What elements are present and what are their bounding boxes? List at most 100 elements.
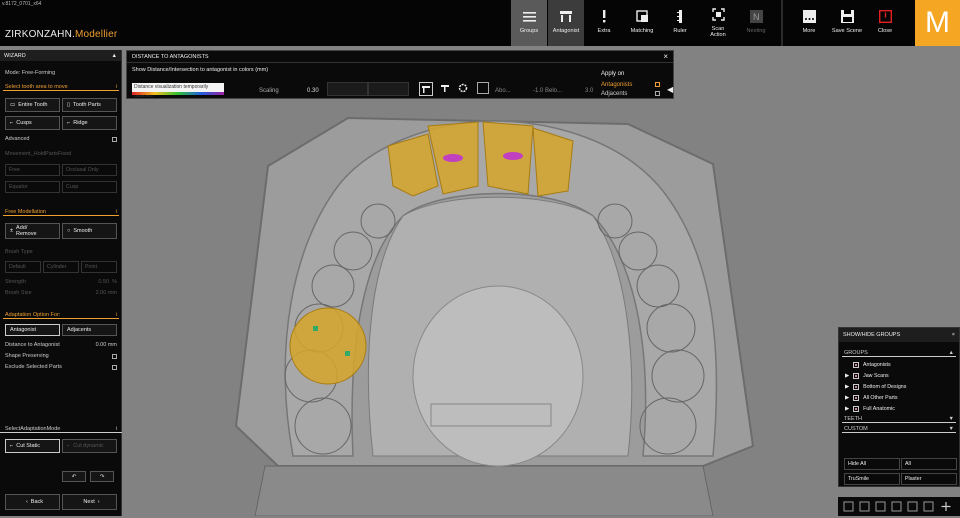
all-button[interactable]: All [901, 458, 957, 470]
brush-default-option[interactable]: Default [5, 261, 41, 273]
wizard-header: WIZARD ▲ [0, 50, 121, 61]
view-front-icon[interactable] [843, 501, 854, 512]
info-icon: i [115, 312, 117, 318]
ruler-icon [676, 9, 684, 24]
ridge-button[interactable]: ⌐ Ridge [62, 116, 117, 130]
app-title-product: Modellier [74, 29, 118, 40]
exclude-selected-label: Exclude Selected Parts [5, 364, 62, 370]
advanced-label: Advanced [5, 136, 30, 142]
group-item-antagonists[interactable]: Antagonists [839, 359, 959, 370]
occlusal-only-option[interactable]: Occlusal Only [62, 164, 117, 176]
collapse-arrow-icon[interactable]: ◀ [667, 85, 673, 94]
collapse-up-icon[interactable]: ▲ [112, 53, 117, 59]
group-checkbox[interactable] [853, 372, 860, 379]
group-label: Full Anatomic [863, 405, 895, 412]
antagonist-button[interactable]: Antagonist [548, 0, 584, 46]
brush-point-option[interactable]: Point [81, 261, 117, 273]
ruler-label: Ruler [673, 28, 687, 34]
chevron-down-icon[interactable]: ▼ [949, 426, 954, 432]
scan-action-button[interactable]: Scan Action [700, 0, 736, 46]
close-button[interactable]: Close [867, 0, 903, 46]
groups-button[interactable]: Groups [511, 0, 547, 46]
viewport-3d[interactable] [123, 46, 838, 516]
view-left-icon[interactable] [875, 501, 886, 512]
antagonists-checkbox[interactable] [655, 82, 660, 87]
smooth-label: Smooth [73, 228, 93, 234]
next-button[interactable]: Next › [62, 494, 117, 510]
group-item-full-anatomic[interactable]: ▶ Full Anatomic [839, 403, 959, 414]
expand-arrow-icon[interactable]: ▶ [845, 384, 849, 390]
strength-value[interactable]: 0.50 [98, 279, 109, 285]
trusmile-button[interactable]: TruSmile [844, 473, 900, 485]
add-view-icon[interactable] [941, 502, 951, 511]
tooth-icon: ▭ [10, 102, 16, 108]
teeth-heading: TEETH [844, 416, 863, 422]
top-toolbar: v.8172_0701_x64 ZIRKONZAHN.Modellier Gro… [0, 0, 960, 46]
view-top-icon[interactable] [907, 501, 918, 512]
back-button[interactable]: ‹ Back [5, 494, 60, 510]
tooth-parts-button[interactable]: ▯ Tooth Parts [62, 98, 117, 112]
cut-static-button[interactable]: ⌐ Cut Static [5, 439, 60, 453]
save-icon [840, 9, 854, 24]
group-label: Bottom of Designs [863, 383, 907, 390]
distance-value[interactable]: 0.00 [96, 342, 107, 348]
exclude-selected-checkbox[interactable] [112, 364, 117, 370]
close-icon[interactable]: × [663, 52, 668, 61]
group-item-all-other-parts[interactable]: ▶ All Other Parts [839, 392, 959, 403]
group-checkbox[interactable] [853, 383, 860, 390]
settings-gear-icon[interactable] [457, 82, 471, 96]
redo-icon: ↷ [99, 473, 105, 480]
distance-label: Distance to Antagonist [5, 342, 60, 348]
shape-preserving-checkbox[interactable] [112, 353, 117, 359]
view-mode-2-button[interactable] [439, 82, 453, 96]
view-back-icon[interactable] [859, 501, 870, 512]
app-logo: M [915, 0, 960, 46]
add-remove-button[interactable]: ± Add/ Remove [5, 223, 60, 239]
apply-antagonists-option[interactable]: Antagonists [601, 82, 632, 88]
view-mode-1-button[interactable] [419, 82, 433, 96]
adapt-antagonist-button[interactable]: Antagonist [5, 324, 60, 336]
screenshot-icon[interactable] [477, 82, 489, 94]
group-checkbox[interactable] [853, 361, 859, 368]
close-icon[interactable]: × [952, 332, 955, 338]
free-option[interactable]: Free [5, 164, 60, 176]
scaling-slider[interactable] [327, 82, 409, 96]
smooth-button[interactable]: ○ Smooth [62, 223, 117, 239]
view-right-icon[interactable] [891, 501, 902, 512]
brush-size-value[interactable]: 2.00 [96, 290, 107, 296]
cut-dynamic-button[interactable]: ⌐ Cut dynamic [62, 439, 117, 453]
matching-button[interactable]: Matching [624, 0, 660, 46]
expand-arrow-icon[interactable]: ▶ [845, 395, 849, 401]
ruler-button[interactable]: Ruler [662, 0, 698, 46]
max-value: 3.0 [585, 88, 594, 94]
group-item-bottom-of-designs[interactable]: ▶ Bottom of Designs [839, 381, 959, 392]
cusps-button[interactable]: ⌐ Cusps [5, 116, 60, 130]
expand-arrow-icon[interactable]: ▶ [845, 406, 849, 412]
equator-option[interactable]: Equator [5, 181, 60, 193]
undo-button[interactable]: ↶ [62, 471, 86, 482]
expand-arrow-icon[interactable]: ▶ [845, 373, 849, 379]
nesting-button[interactable]: N Nesting [738, 0, 774, 46]
entire-tooth-button[interactable]: ▭ Entire Tooth [5, 98, 60, 112]
group-checkbox[interactable] [853, 394, 860, 401]
brush-cylinder-option[interactable]: Cylinder [43, 261, 79, 273]
cusp-option[interactable]: Cusp [62, 181, 117, 193]
chevron-down-icon[interactable]: ▼ [949, 416, 954, 422]
matching-label: Matching [630, 28, 654, 34]
group-item-jaw-scans[interactable]: ▶ Jaw Scans [839, 370, 959, 381]
collapse-up-icon[interactable]: ▲ [949, 350, 954, 356]
advanced-checkbox[interactable] [112, 136, 117, 142]
view-bottom-icon[interactable] [923, 501, 934, 512]
scan-action-label: Scan Action [710, 26, 726, 38]
adapt-adjacents-button[interactable]: Adjacents [62, 324, 117, 336]
more-button[interactable]: More [791, 0, 827, 46]
hide-all-button[interactable]: Hide All [844, 458, 900, 470]
adjacents-checkbox[interactable] [655, 91, 660, 96]
extra-button[interactable]: Extra [586, 0, 622, 46]
plaster-button[interactable]: Plaster [901, 473, 957, 485]
redo-button[interactable]: ↷ [90, 471, 114, 482]
save-scene-button[interactable]: Save Scene [829, 0, 865, 46]
apply-adjacents-option[interactable]: Adjacents [601, 91, 627, 97]
color-gradient [132, 92, 224, 95]
group-checkbox[interactable] [853, 405, 860, 412]
